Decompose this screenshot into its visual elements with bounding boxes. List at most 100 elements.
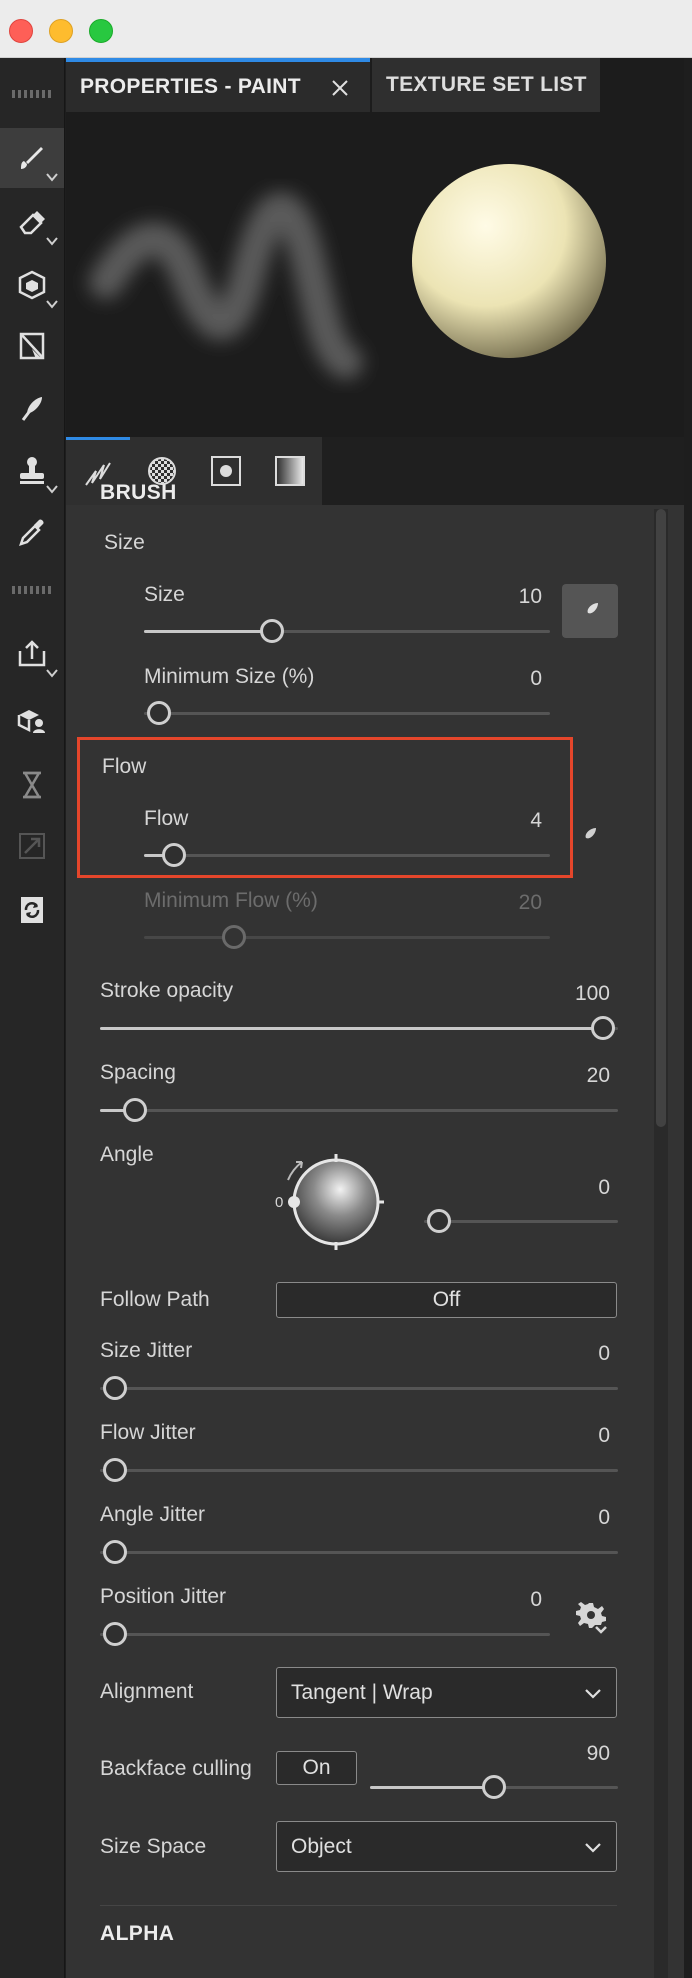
sync-tool[interactable] [0,880,64,940]
backface-culling-toggle[interactable]: On [276,1751,357,1785]
slider-knob[interactable] [103,1540,127,1564]
toolbar-grip[interactable] [12,586,52,594]
size-jitter-value[interactable]: 0 [510,1342,610,1366]
slider-knob[interactable] [162,843,187,867]
color-picker-tool[interactable] [0,503,64,563]
slider-track[interactable] [144,854,550,857]
flow-jitter-value[interactable]: 0 [510,1424,610,1448]
min-size-label: Minimum Size (%) [144,665,315,688]
slider-knob[interactable] [482,1775,506,1799]
zoom-window-button[interactable] [89,19,113,43]
slider-track[interactable] [100,1551,618,1554]
angle-label: Angle [100,1143,154,1166]
chevron-down-icon [46,237,58,246]
paint-brush-tool[interactable] [0,128,64,188]
slider-track[interactable] [144,712,550,715]
slider-track[interactable] [100,1633,550,1636]
eraser-icon [19,211,45,235]
slider-track[interactable] [100,1387,618,1390]
chevron-down-icon [46,173,58,182]
material-sphere-preview [412,164,606,358]
pen-pressure-icon[interactable] [576,824,600,848]
slider-knob[interactable] [259,619,284,643]
angle-jitter-value[interactable]: 0 [510,1506,610,1530]
slider-knob[interactable] [147,701,171,725]
scrollbar-thumb[interactable] [656,509,666,1127]
min-flow-label: Minimum Flow (%) [144,889,318,912]
chevron-down-icon [585,1843,601,1853]
stroke-opacity-label: Stroke opacity [100,979,234,1002]
alignment-label: Alignment [100,1680,194,1703]
section-title-alpha: ALPHA [100,1922,175,1945]
resize-tool[interactable] [0,816,64,876]
flow-value[interactable]: 4 [440,809,542,833]
close-icon[interactable] [328,76,352,100]
brush-preview [66,112,684,437]
smudge-tool[interactable] [0,379,64,439]
angle-dial[interactable] [274,1148,386,1252]
gradient-icon [275,456,305,486]
follow-path-toggle[interactable]: Off [276,1282,617,1318]
slider-knob[interactable] [103,1458,127,1482]
position-jitter-label: Position Jitter [100,1585,227,1608]
time-machine-tool[interactable] [0,755,64,815]
tab-material[interactable] [258,437,322,505]
resize-arrows-icon [19,833,45,859]
tab-stencil[interactable] [194,437,258,505]
eraser-tool[interactable] [0,192,64,252]
flow-group-label: Flow [102,755,147,778]
slider-knob [222,925,247,949]
smudge-icon [21,397,42,421]
section-divider [100,1905,617,1906]
angle-value[interactable]: 0 [510,1176,610,1200]
angle-jitter-label: Angle Jitter [100,1503,206,1526]
eyedropper-icon [19,519,44,546]
minimize-window-button[interactable] [49,19,73,43]
projection-tool[interactable] [0,255,64,315]
projection-cube-icon [18,270,46,300]
alignment-dropdown[interactable]: Tangent | Wrap [276,1667,617,1718]
slider-track[interactable] [424,1220,618,1223]
slider-knob[interactable] [103,1376,127,1400]
chevron-down-icon [46,669,58,678]
slider-knob[interactable] [103,1622,127,1646]
slider-track[interactable] [100,1109,618,1112]
backface-culling-label: Backface culling [100,1757,252,1780]
min-flow-value: 20 [518,891,542,914]
close-window-button[interactable] [9,19,33,43]
size-space-label: Size Space [100,1835,207,1858]
slider-knob[interactable] [427,1209,451,1233]
chevron-down-icon [585,1689,601,1699]
toolbar-grip[interactable] [12,90,52,98]
size-space-dropdown[interactable]: Object [276,1821,617,1872]
spacing-value[interactable]: 20 [510,1064,610,1088]
flow-label: Flow [144,807,189,830]
flow-jitter-label: Flow Jitter [100,1421,196,1444]
pen-pressure-size-button[interactable] [562,584,618,638]
bake-tool[interactable] [0,690,64,750]
slider-knob[interactable] [122,1098,147,1122]
slider-fill [144,630,272,633]
tab-properties-paint[interactable]: PROPERTIES - PAINT [66,58,370,112]
min-size-value[interactable]: 0 [440,667,542,691]
export-icon [18,640,46,667]
tab-texture-set-list[interactable]: TEXTURE SET LIST [372,58,600,112]
clone-stamp-tool[interactable] [0,440,64,500]
polygon-fill-tool[interactable] [0,316,64,376]
sync-icon [21,897,43,923]
slider-track[interactable] [100,1469,618,1472]
angle-dial-label: 0 [275,1194,284,1211]
size-label: Size [144,583,185,606]
export-tool[interactable] [0,624,64,684]
backface-culling-value[interactable]: 90 [510,1742,610,1766]
slider-fill [370,1786,494,1789]
position-jitter-value[interactable]: 0 [440,1588,542,1612]
tab-label: TEXTURE SET LIST [386,73,587,96]
section-title-brush: BRUSH [100,481,177,504]
slider-knob[interactable] [591,1016,615,1040]
size-value[interactable]: 10 [440,585,542,609]
alignment-value: Tangent | Wrap [291,1680,433,1704]
stroke-opacity-value[interactable]: 100 [510,982,610,1006]
slider-fill [100,1027,603,1030]
gear-icon[interactable] [574,1600,608,1634]
